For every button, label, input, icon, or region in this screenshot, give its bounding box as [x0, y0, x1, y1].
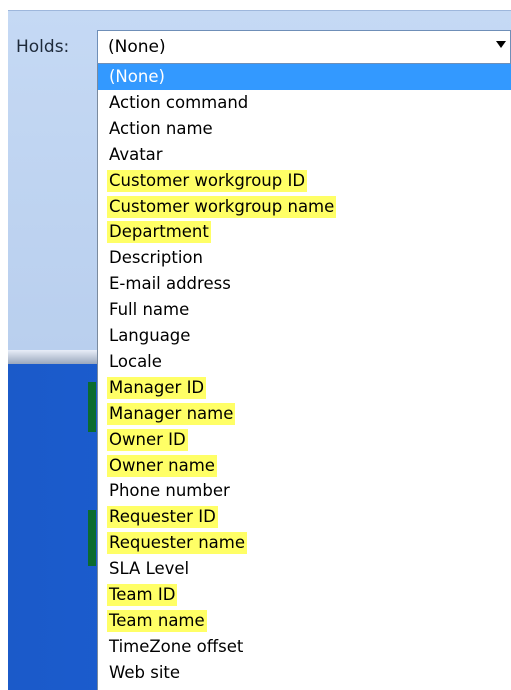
dropdown-option[interactable]: (None) [98, 64, 511, 90]
dropdown-option-label: Customer workgroup ID [107, 169, 308, 192]
dropdown-option-label: Web site [109, 662, 181, 682]
dropdown-option[interactable]: Avatar [98, 142, 511, 168]
dropdown-option[interactable]: Team ID [98, 582, 511, 608]
dropdown-option[interactable]: Requester ID [98, 504, 511, 530]
dropdown-option-label: (None) [109, 67, 165, 86]
dropdown-option[interactable]: Action name [98, 116, 511, 142]
dropdown-option-label: Owner ID [107, 428, 188, 451]
dropdown-option[interactable]: TimeZone offset [98, 634, 511, 660]
dropdown-option-label: Locale [109, 351, 162, 371]
dropdown-option[interactable]: SLA Level [98, 556, 511, 582]
dropdown-option[interactable]: Action command [98, 90, 511, 116]
dropdown-option-label: Language [109, 326, 191, 345]
dropdown-option[interactable]: Department [98, 219, 511, 245]
dropdown-option[interactable]: Owner ID [98, 427, 511, 453]
dropdown-option[interactable]: E-mail address [98, 271, 511, 297]
dropdown-option[interactable]: Locale [98, 349, 511, 375]
dropdown-option[interactable]: Language [98, 323, 511, 349]
left-edge [0, 0, 8, 690]
holds-combobox-value: (None) [108, 37, 166, 57]
green-accent-bar [88, 510, 96, 566]
dropdown-option[interactable]: Phone number [98, 478, 511, 504]
dropdown-option[interactable]: Requester name [98, 530, 511, 556]
holds-dropdown-list[interactable]: (None) Action command Action name Avatar Cus… [97, 64, 511, 690]
dropdown-option-label: Phone number [109, 481, 230, 501]
dropdown-option-label: Team ID [107, 584, 178, 606]
green-accent-bar [88, 382, 96, 432]
dropdown-option[interactable]: Full name [98, 297, 511, 323]
dropdown-option-label: SLA Level [109, 559, 190, 579]
dropdown-option-label: TimeZone offset [109, 636, 244, 656]
dropdown-option-label: Action command [109, 92, 249, 112]
dropdown-option[interactable]: Manager ID [98, 375, 511, 401]
chevron-down-icon[interactable] [496, 41, 506, 48]
dropdown-option-label: Requester ID [107, 506, 218, 529]
dropdown-option-label: Description [109, 248, 203, 268]
dropdown-option-label: Requester name [107, 532, 247, 555]
dropdown-option[interactable]: Owner name [98, 453, 511, 479]
dropdown-option[interactable]: Description [98, 245, 511, 271]
dropdown-option[interactable]: Team name [98, 608, 511, 634]
dropdown-option[interactable]: Web site [98, 660, 511, 686]
top-strip [0, 0, 511, 10]
window: Holds: (None) (None) Action command Action… [0, 0, 511, 690]
dropdown-option[interactable]: Customer workgroup name [98, 194, 511, 220]
dropdown-option-label: Owner name [107, 454, 217, 477]
dropdown-option-label: Avatar [109, 144, 163, 164]
dropdown-option-label: Action name [109, 118, 213, 138]
dropdown-option-label: Team name [107, 609, 207, 632]
dropdown-option-label: E-mail address [109, 274, 231, 294]
dropdown-option[interactable]: Manager name [98, 401, 511, 427]
holds-combobox[interactable]: (None) [97, 30, 511, 64]
dropdown-option-label: Manager ID [107, 376, 207, 399]
dropdown-option-label: Customer workgroup name [107, 195, 337, 218]
dropdown-option-label: Department [107, 221, 211, 244]
dropdown-option[interactable]: Customer workgroup ID [98, 168, 511, 194]
holds-label: Holds: [16, 37, 70, 57]
dropdown-option-label: Full name [109, 300, 190, 320]
dropdown-option-label: Manager name [107, 402, 236, 425]
